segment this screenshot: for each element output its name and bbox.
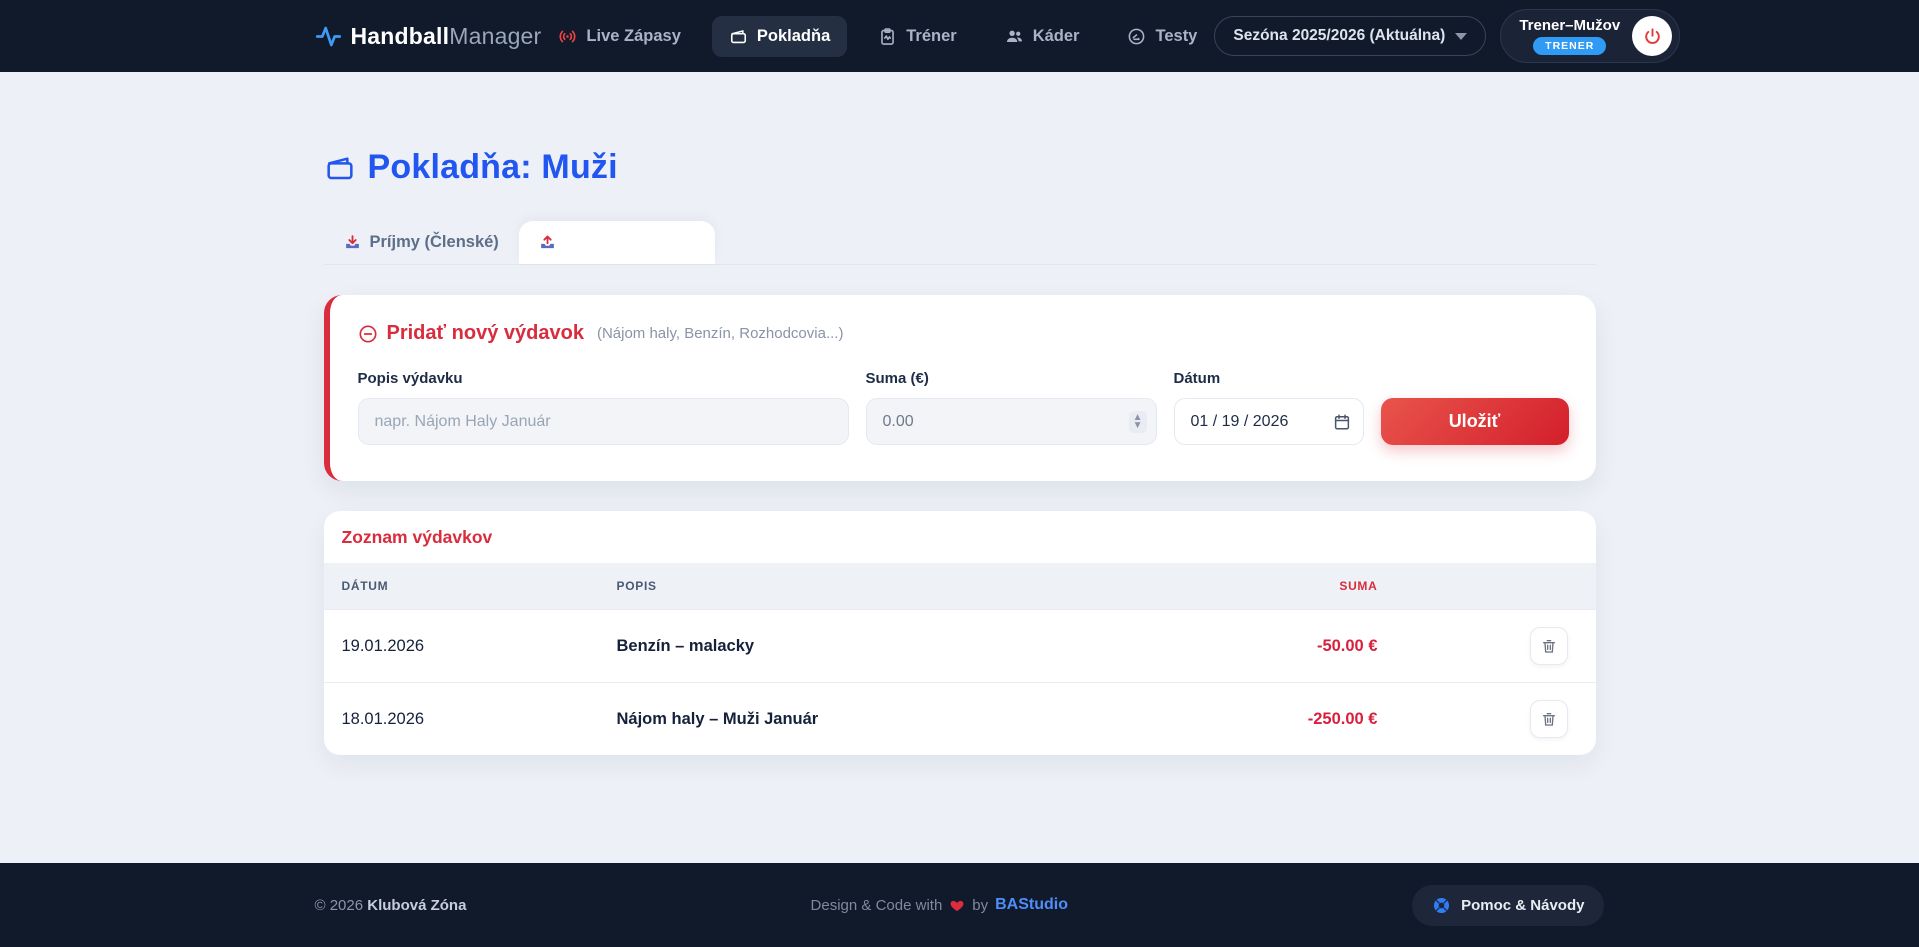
role-badge: TRENER — [1533, 37, 1606, 55]
logout-button[interactable] — [1632, 16, 1672, 56]
table-header-row: DÁTUM POPIS SUMA — [324, 563, 1596, 609]
trash-icon — [1541, 711, 1557, 727]
nav-item-trener[interactable]: Tréner — [861, 16, 973, 57]
credit: Design & Code with by BAStudio — [811, 896, 1068, 914]
minus-circle-icon — [358, 324, 378, 344]
lifebuoy-icon — [1432, 896, 1451, 915]
delete-row-button[interactable] — [1530, 700, 1568, 738]
top-navbar: HandballManager Live Zápasy Pokladňa Tré… — [0, 0, 1919, 72]
help-label: Pomoc & Návody — [1461, 897, 1584, 914]
add-expense-card: Pridať nový výdavok (Nájom haly, Benzín,… — [324, 295, 1596, 481]
expense-list-card: Zoznam výdavkov DÁTUM POPIS SUMA 19.01.2… — [324, 511, 1596, 755]
delete-row-button[interactable] — [1530, 627, 1568, 665]
chevron-down-icon — [1455, 33, 1467, 40]
nav-label: Pokladňa — [757, 27, 830, 46]
col-header-suma: SUMA — [1158, 579, 1378, 593]
row-description: Benzín – malacky — [617, 637, 1158, 656]
season-selector[interactable]: Sezóna 2025/2026 (Aktuálna) — [1214, 16, 1486, 56]
tab-label: Príjmy (Členské) — [370, 233, 499, 252]
gauge-icon — [1127, 27, 1146, 46]
popis-label: Popis výdavku — [358, 370, 849, 387]
activity-pulse-icon — [315, 23, 342, 50]
inbox-tray-icon — [344, 234, 361, 251]
club-name: Klubová Zóna — [367, 897, 466, 914]
row-description: Nájom haly – Muži Január — [617, 710, 1158, 729]
main-content: Pokladňa: Muži Príjmy (Členské) — [0, 72, 1919, 863]
nav-item-live-zapasy[interactable]: Live Zápasy — [541, 16, 697, 57]
row-amount: -250.00 € — [1158, 710, 1378, 729]
footer: © 2026 Klubová Zóna Design & Code with b… — [0, 863, 1919, 947]
studio-link[interactable]: BAStudio — [995, 896, 1068, 914]
season-label: Sezóna 2025/2026 (Aktuálna) — [1233, 27, 1445, 45]
page-title-text: Pokladňa: Muži — [368, 148, 618, 187]
power-icon — [1643, 27, 1662, 46]
user-name: Trener–Mužov — [1519, 17, 1620, 34]
brand-title: HandballManager — [351, 23, 542, 50]
page-title: Pokladňa: Muži — [324, 148, 1596, 187]
nav-label: Live Zápasy — [586, 27, 680, 46]
outbox-tray-icon — [539, 234, 556, 251]
wallet-icon — [729, 27, 748, 46]
nav-item-pokladna[interactable]: Pokladňa — [712, 16, 847, 57]
nav-label: Tréner — [906, 27, 956, 46]
live-broadcast-icon — [558, 27, 577, 46]
trash-icon — [1541, 638, 1557, 654]
row-amount: -50.00 € — [1158, 637, 1378, 656]
nav-label: Testy — [1155, 27, 1197, 46]
col-header-popis: POPIS — [617, 579, 1158, 593]
table-row: 19.01.2026 Benzín – malacky -50.00 € — [324, 609, 1596, 682]
col-header-datum: DÁTUM — [342, 579, 617, 593]
clipboard-icon — [878, 27, 897, 46]
datum-input[interactable] — [1174, 398, 1364, 445]
row-date: 18.01.2026 — [342, 710, 617, 729]
users-icon — [1005, 27, 1024, 46]
help-button[interactable]: Pomoc & Návody — [1412, 885, 1604, 926]
popis-input[interactable] — [358, 398, 849, 445]
copyright: © 2026 Klubová Zóna — [315, 897, 467, 914]
heart-icon — [949, 898, 965, 913]
row-date: 19.01.2026 — [342, 637, 617, 656]
suma-label: Suma (€) — [866, 370, 1157, 387]
tab-bar: Príjmy (Členské) — [324, 221, 1596, 265]
user-menu[interactable]: Trener–Mužov TRENER — [1500, 9, 1680, 63]
tab-vydavky[interactable] — [519, 221, 715, 264]
datum-label: Dátum — [1174, 370, 1364, 387]
table-title: Zoznam výdavkov — [324, 511, 1596, 563]
nav-label: Káder — [1033, 27, 1080, 46]
suma-input[interactable] — [866, 398, 1157, 445]
wallet-icon — [324, 152, 356, 184]
main-nav: Live Zápasy Pokladňa Tréner Káder — [541, 16, 1214, 57]
save-button[interactable]: Uložiť — [1381, 398, 1569, 445]
form-title: Pridať nový výdavok — [387, 322, 584, 345]
form-hint: (Nájom haly, Benzín, Rozhodcovia...) — [597, 325, 844, 342]
nav-item-kader[interactable]: Káder — [988, 16, 1097, 57]
brand-logo[interactable]: HandballManager — [315, 23, 542, 50]
table-row: 18.01.2026 Nájom haly – Muži Január -250… — [324, 682, 1596, 755]
number-spinner[interactable]: ▲▼ — [1129, 411, 1147, 433]
nav-item-testy[interactable]: Testy — [1110, 16, 1214, 57]
tab-prijmy[interactable]: Príjmy (Členské) — [324, 221, 519, 264]
